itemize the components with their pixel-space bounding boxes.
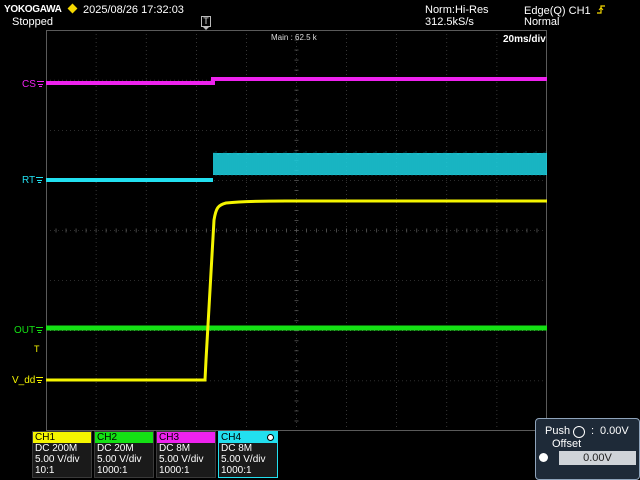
radio-indicator-icon[interactable] — [539, 453, 548, 462]
trigger-position-marker[interactable]: T — [201, 16, 211, 27]
channel-box-header: CH4 — [219, 432, 277, 443]
channel-coupling: DC 8M — [221, 443, 253, 454]
channel-label-rt[interactable]: RT — [22, 175, 44, 186]
channel-box-header: CH2 — [95, 432, 153, 443]
rising-edge-icon — [596, 5, 605, 14]
channel-coupling: DC 20M — [97, 443, 134, 454]
waveform-display[interactable] — [46, 30, 547, 431]
channel-coupling: DC 8M — [159, 443, 191, 454]
channel-coupling: DC 200M — [35, 443, 78, 454]
channel-box-ch1[interactable]: CH1 DC 200M 5.00 V/div 10:1 — [32, 431, 92, 478]
channel-scale: 5.00 V/div — [97, 454, 142, 465]
channel-label-vdd[interactable]: V_dd — [12, 375, 44, 386]
channel-scale: 5.00 V/div — [159, 454, 204, 465]
channel-box-ch4[interactable]: CH4 DC 8M 5.00 V/div 1000:1 — [218, 431, 278, 478]
knob-icon — [573, 426, 585, 438]
brand-logo: YOKOGAWA — [4, 3, 78, 16]
ground-marker-icon — [36, 80, 44, 88]
channel-label-out[interactable]: OUT — [14, 325, 44, 336]
trigger-mode: Normal — [524, 16, 560, 28]
channel-box-header: CH3 — [157, 432, 215, 443]
offset-panel[interactable]: Push : 0.00V Offset 0.00V — [535, 418, 640, 480]
trace-rt-noise — [213, 151, 547, 176]
offset-value-field[interactable]: 0.00V — [559, 451, 636, 465]
timebase-label: 20ms/div — [503, 34, 546, 45]
ground-marker-icon — [36, 376, 44, 384]
acquisition-status: Stopped — [12, 16, 53, 28]
offset-label: Offset — [552, 438, 582, 450]
ground-marker-icon — [36, 326, 44, 334]
push-colon: : — [591, 425, 595, 437]
channel-box-ch3[interactable]: CH3 DC 8M 5.00 V/div 1000:1 — [156, 431, 216, 478]
channel-probe-ratio: 10:1 — [35, 465, 55, 476]
ground-marker-icon — [36, 176, 44, 184]
channel-scale: 5.00 V/div — [221, 454, 266, 465]
channel-probe-ratio: 1000:1 — [97, 465, 128, 476]
selected-channel-dot-icon — [267, 434, 274, 441]
channel-scale: 5.00 V/div — [35, 454, 80, 465]
channel-probe-ratio: 1000:1 — [221, 465, 252, 476]
datetime: 2025/08/26 17:32:03 — [83, 4, 184, 16]
channel-box-ch2[interactable]: CH2 DC 20M 5.00 V/div 1000:1 — [94, 431, 154, 478]
channel-box-header: CH1 — [33, 432, 91, 443]
main-record-label: Main : 62.5 k — [271, 33, 317, 42]
push-label: Push — [545, 425, 571, 437]
push-value: 0.00V — [600, 425, 629, 437]
yokogawa-diamond-icon — [67, 3, 78, 14]
trigger-level-marker[interactable]: T — [34, 344, 40, 355]
channel-probe-ratio: 1000:1 — [159, 465, 190, 476]
channel-label-cs[interactable]: CS — [22, 79, 44, 90]
sample-rate: 312.5kS/s — [425, 16, 474, 28]
